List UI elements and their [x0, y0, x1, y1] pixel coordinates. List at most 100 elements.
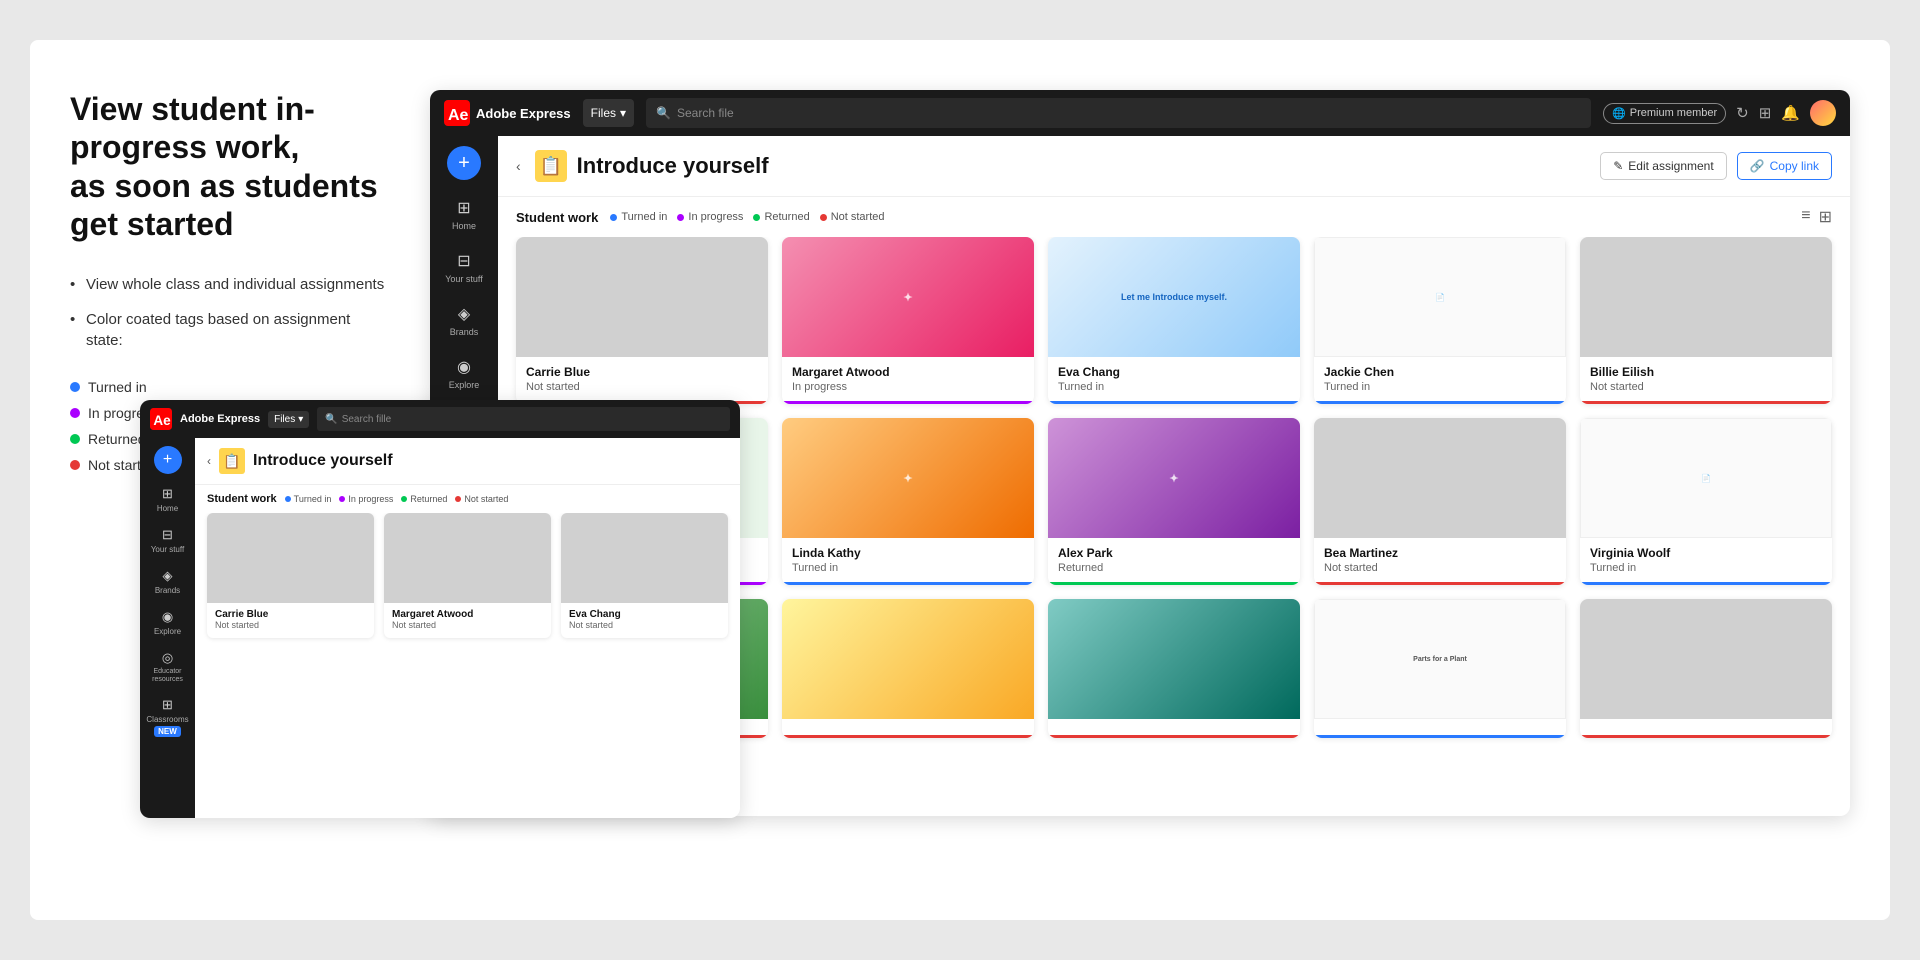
- assignment-icon-small: 📋: [219, 448, 245, 474]
- student-card-row3-4[interactable]: Parts for a Plant: [1314, 599, 1566, 738]
- student-card-row3-5[interactable]: [1580, 599, 1832, 738]
- student-thumb-alex-park: ✦: [1048, 418, 1300, 538]
- legend-label-in-progress-small: In progress: [348, 494, 393, 504]
- dot-green: [70, 434, 80, 444]
- refresh-icon[interactable]: ↻: [1736, 104, 1749, 122]
- student-info-eva-chang: Eva Chang Turned in: [1048, 357, 1300, 404]
- student-info-jackie-chen: Jackie Chen Turned in: [1314, 357, 1566, 404]
- student-card-bea-martinez[interactable]: Bea Martinez Not started: [1314, 418, 1566, 585]
- student-info-billie-eilish: Billie Eilish Not started: [1580, 357, 1832, 404]
- small-card-eva[interactable]: Eva Chang Not started: [561, 513, 728, 638]
- svg-text:Ae: Ae: [153, 413, 171, 428]
- student-card-carrie-blue[interactable]: Carrie Blue Not started: [516, 237, 768, 404]
- explore-icon: ◉: [454, 357, 474, 377]
- sw-title-small: Student work: [207, 493, 277, 505]
- copy-link-button[interactable]: 🔗 Copy link: [1737, 152, 1832, 180]
- student-card-linda-kathy[interactable]: ✦ Linda Kathy Turned in: [782, 418, 1034, 585]
- student-info-row3-5: [1580, 719, 1832, 738]
- small-name-margaret: Margaret Atwood: [392, 609, 543, 620]
- student-name-carrie-blue: Carrie Blue: [526, 365, 758, 379]
- sidebar-item-explore[interactable]: ◉ Explore: [435, 349, 493, 398]
- dot-red: [70, 460, 80, 470]
- files-dropdown[interactable]: Files ▾: [583, 99, 634, 127]
- student-name-virginia-woolf: Virginia Woolf: [1590, 546, 1822, 560]
- student-work-header: Student work Turned in In progress: [498, 197, 1850, 237]
- student-thumb-linda-kathy: ✦: [782, 418, 1034, 538]
- edit-icon: ✎: [1613, 159, 1623, 173]
- search-bar[interactable]: 🔍 Search file: [646, 98, 1591, 128]
- search-icon-small: 🔍: [325, 414, 337, 425]
- assignment-icon: 📋: [535, 150, 567, 182]
- small-card-margaret[interactable]: Margaret Atwood Not started: [384, 513, 551, 638]
- legend-dot-returned-small: [401, 496, 407, 502]
- student-info-virginia-woolf: Virginia Woolf Turned in: [1580, 538, 1832, 585]
- legend-dot-in-progress: [677, 214, 684, 221]
- sidebar-item-explore-small[interactable]: ◉ Explore: [144, 603, 192, 642]
- student-card-margaret-atwood[interactable]: ✦ Margaret Atwood In progress: [782, 237, 1034, 404]
- student-card-alex-park[interactable]: ✦ Alex Park Returned: [1048, 418, 1300, 585]
- tag-label-turned-in: Turned in: [88, 379, 147, 395]
- thumb-poster: Parts for a Plant: [1315, 600, 1565, 718]
- edit-assignment-button[interactable]: ✎ Edit assignment: [1600, 152, 1726, 180]
- new-fab-small[interactable]: +: [154, 446, 182, 474]
- files-dropdown-small[interactable]: Files ▾: [268, 411, 309, 428]
- sort-list-icon[interactable]: ≡: [1801, 207, 1810, 227]
- sidebar-item-stuff-small[interactable]: ⊟ Your stuff: [144, 521, 192, 560]
- student-info-alex-park: Alex Park Returned: [1048, 538, 1300, 585]
- search-icon: 🔍: [656, 106, 671, 120]
- legend-not-started-small: Not started: [455, 494, 508, 504]
- ae-logo-text-small: Adobe Express: [180, 413, 260, 425]
- student-thumb-row3-2: [782, 599, 1034, 719]
- legend-label-not-started: Not started: [831, 211, 885, 223]
- grid-icon[interactable]: ⊞: [1759, 104, 1772, 122]
- small-info-carrie: Carrie Blue Not started: [207, 603, 374, 638]
- new-fab-button[interactable]: +: [447, 146, 481, 180]
- student-status-margaret-atwood: In progress: [792, 381, 1024, 393]
- student-work-title: Student work: [516, 210, 598, 225]
- outer-container: View student in-progress work, as soon a…: [30, 40, 1890, 920]
- legend-label-in-progress: In progress: [688, 211, 743, 223]
- sidebar-item-your-stuff[interactable]: ⊟ Your stuff: [435, 243, 493, 292]
- back-button-small[interactable]: ‹: [207, 454, 211, 468]
- sidebar-item-home-small[interactable]: ⊞ Home: [144, 480, 192, 519]
- legend-not-started: Not started: [820, 211, 885, 223]
- search-placeholder: Search file: [677, 106, 734, 120]
- status-legend: Turned in In progress Returned: [610, 211, 884, 223]
- student-thumb-virginia-woolf: 📄: [1580, 418, 1832, 538]
- sidebar-item-brands-small[interactable]: ◈ Brands: [144, 562, 192, 601]
- dropdown-arrow-icon: ▾: [620, 106, 626, 120]
- student-card-row3-2[interactable]: [782, 599, 1034, 738]
- student-card-eva-chang[interactable]: Let me Introduce myself. Eva Chang Turne…: [1048, 237, 1300, 404]
- ae-window-small: Ae Adobe Express Files ▾ 🔍 Search fille …: [140, 400, 740, 818]
- adobe-express-logo-small: Ae: [150, 408, 172, 430]
- main-heading: View student in-progress work, as soon a…: [70, 90, 390, 244]
- legend-label-turned-in: Turned in: [621, 211, 667, 223]
- student-card-jackie-chen[interactable]: 📄 Jackie Chen Turned in: [1314, 237, 1566, 404]
- small-card-carrie[interactable]: Carrie Blue Not started: [207, 513, 374, 638]
- sidebar-item-brands[interactable]: ◈ Brands: [435, 296, 493, 345]
- student-card-virginia-woolf[interactable]: 📄 Virginia Woolf Turned in: [1580, 418, 1832, 585]
- sidebar-item-edu-small[interactable]: ◎ Educator resources: [144, 644, 192, 689]
- legend-returned-small: Returned: [401, 494, 447, 504]
- student-thumb-row3-3: [1048, 599, 1300, 719]
- student-name-linda-kathy: Linda Kathy: [792, 546, 1024, 560]
- assignment-title-small: Introduce yourself: [253, 452, 393, 470]
- ae-topbar: Ae Adobe Express Files ▾ 🔍 Search file 🌐…: [430, 90, 1850, 136]
- search-bar-small[interactable]: 🔍 Search fille: [317, 407, 730, 431]
- svg-text:Ae: Ae: [448, 107, 469, 124]
- student-thumb-row3-4: Parts for a Plant: [1314, 599, 1566, 719]
- sort-grid-icon[interactable]: ⊞: [1819, 207, 1832, 227]
- ae-logo: Ae Adobe Express: [444, 100, 571, 126]
- student-status-jackie-chen: Turned in: [1324, 381, 1556, 393]
- legend-label-not-started-small: Not started: [464, 494, 508, 504]
- student-card-row3-3[interactable]: [1048, 599, 1300, 738]
- student-status-eva-chang: Turned in: [1058, 381, 1290, 393]
- back-button[interactable]: ‹: [516, 158, 521, 174]
- bell-icon[interactable]: 🔔: [1781, 104, 1800, 122]
- stuff-icon-small: ⊟: [162, 527, 173, 543]
- sidebar-item-home[interactable]: ⊞ Home: [435, 190, 493, 239]
- sidebar-item-classrooms-small[interactable]: ⊞ Classrooms NEW: [144, 691, 192, 743]
- user-avatar[interactable]: [1810, 100, 1836, 126]
- student-card-billie-eilish[interactable]: Billie Eilish Not started: [1580, 237, 1832, 404]
- brands-icon-small: ◈: [163, 568, 173, 584]
